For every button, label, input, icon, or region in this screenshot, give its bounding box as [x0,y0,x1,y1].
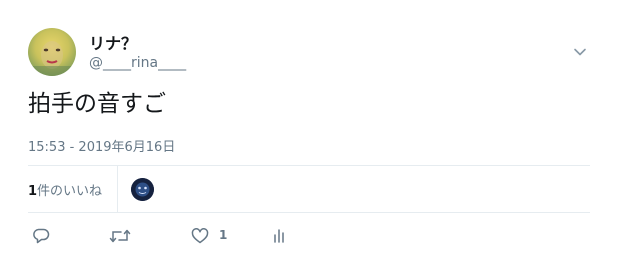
liker-avatar-image [131,178,154,201]
author-avatar[interactable] [28,28,76,76]
tweet-text: 拍手の音すご [28,91,166,117]
stats-vertical-divider [117,166,118,212]
liker-avatar[interactable] [131,178,154,201]
chevron-down-icon[interactable] [572,44,588,60]
tweet-card: リナ？ @____rina____ 拍手の音すご 15:53 - 2019年6月… [0,0,628,268]
stats-divider-bottom [28,212,590,213]
reply-icon[interactable] [31,226,51,246]
heart-icon[interactable] [190,226,210,246]
author-handle[interactable]: @____rina____ [89,55,186,71]
author-name[interactable]: リナ？ [89,30,137,54]
likes-count: 1 [28,184,38,199]
stats-divider-top [28,165,590,166]
tweet-timestamp[interactable]: 15:53 - 2019年6月16日 [28,136,175,155]
avatar-image [28,41,76,76]
analytics-icon[interactable] [272,226,288,246]
likes-stat[interactable]: 1件のいいね [28,180,102,199]
retweet-icon[interactable] [108,226,132,246]
like-action-count: 1 [219,228,228,242]
likes-label: 件のいいね [37,184,103,199]
